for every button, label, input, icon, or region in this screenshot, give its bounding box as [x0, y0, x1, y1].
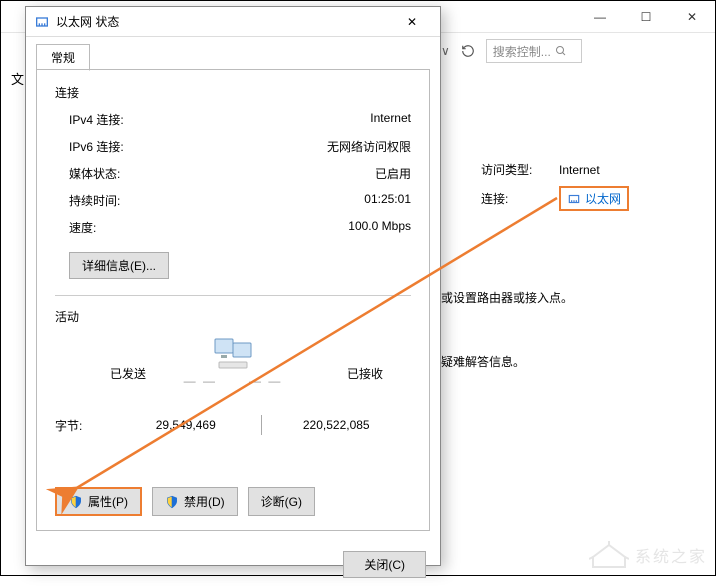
help-text-2: 疑难解答信息。 [441, 353, 525, 370]
activity-graphic: 已发送 — — — — 已接收 [55, 335, 411, 405]
dialog-close-button[interactable]: ✕ [392, 8, 432, 36]
media-state-value: 已启用 [291, 165, 411, 182]
tab-panel: 连接 IPv4 连接:Internet IPv6 连接:无网络访问权限 媒体状态… [36, 69, 430, 531]
ipv6-label: IPv6 连接: [69, 138, 291, 155]
bytes-row: 字节: 29,549,469 220,522,085 [55, 415, 411, 435]
sent-label: 已发送 [110, 365, 146, 382]
properties-button-label: 属性(P) [88, 493, 128, 510]
connection-section-title: 连接 [55, 84, 411, 101]
details-button[interactable]: 详细信息(E)... [69, 252, 169, 279]
bytes-recv-value: 220,522,085 [262, 418, 412, 432]
speed-label: 速度: [69, 219, 291, 236]
connections-label: 连接: [481, 190, 549, 207]
speed-value: 100.0 Mbps [291, 219, 411, 236]
access-type-label: 访问类型: [481, 161, 549, 178]
watermark-text: 系统之家 [635, 543, 707, 567]
address-bar-area: ∨ 搜索控制... [441, 33, 707, 69]
close-button[interactable]: ✕ [669, 1, 715, 33]
tab-general[interactable]: 常规 [36, 44, 90, 71]
close-dialog-button[interactable]: 关闭(C) [343, 551, 426, 578]
divider [55, 295, 411, 296]
search-placeholder: 搜索控制... [493, 43, 551, 60]
shield-icon [165, 495, 179, 509]
minimize-button[interactable]: ― [577, 1, 623, 33]
properties-button[interactable]: 属性(P) [55, 487, 142, 516]
ipv4-label: IPv4 连接: [69, 111, 291, 128]
media-state-label: 媒体状态: [69, 165, 291, 182]
connection-rows: IPv4 连接:Internet IPv6 连接:无网络访问权限 媒体状态:已启… [55, 111, 411, 236]
activity-section-title: 活动 [55, 308, 411, 325]
search-input[interactable]: 搜索控制... [486, 39, 582, 63]
duration-value: 01:25:01 [291, 192, 411, 209]
ethernet-status-dialog: 以太网 状态 ✕ 常规 连接 IPv4 连接:Internet IPv6 连接:… [25, 6, 441, 566]
received-label: 已接收 [347, 365, 383, 382]
search-icon [555, 45, 567, 57]
network-info: 访问类型: Internet 连接: 以太网 [481, 161, 629, 219]
refresh-icon[interactable] [456, 39, 480, 63]
shield-icon [69, 495, 83, 509]
activity-dashes: — — — — [173, 374, 293, 388]
access-type-value: Internet [559, 163, 600, 177]
ethernet-link[interactable]: 以太网 [559, 186, 629, 211]
maximize-button[interactable]: ☐ [623, 1, 669, 33]
bytes-label: 字节: [55, 417, 111, 434]
diagnose-button-label: 诊断(G) [261, 493, 302, 510]
disable-button-label: 禁用(D) [184, 493, 225, 510]
dialog-footer: 关闭(C) [26, 541, 440, 587]
computers-icon [213, 337, 253, 371]
tab-strip: 常规 [36, 43, 430, 69]
breadcrumb-chev-icon[interactable]: ∨ [441, 44, 450, 58]
ethernet-icon [567, 192, 581, 206]
watermark: 系统之家 [589, 541, 707, 569]
dialog-title: 以太网 状态 [56, 13, 392, 30]
action-buttons: 属性(P) 禁用(D) 诊断(G) [55, 487, 315, 516]
ipv6-value: 无网络访问权限 [291, 138, 411, 155]
dialog-titlebar[interactable]: 以太网 状态 ✕ [26, 7, 440, 37]
disable-button[interactable]: 禁用(D) [152, 487, 238, 516]
menu-fragment: 文 [11, 69, 24, 88]
watermark-logo-icon [589, 541, 629, 569]
duration-label: 持续时间: [69, 192, 291, 209]
diagnose-button[interactable]: 诊断(G) [248, 487, 315, 516]
ethernet-icon [34, 14, 50, 30]
bytes-sent-value: 29,549,469 [111, 418, 261, 432]
help-text-1: 或设置路由器或接入点。 [441, 289, 573, 306]
ethernet-link-text: 以太网 [585, 190, 621, 207]
ipv4-value: Internet [291, 111, 411, 128]
